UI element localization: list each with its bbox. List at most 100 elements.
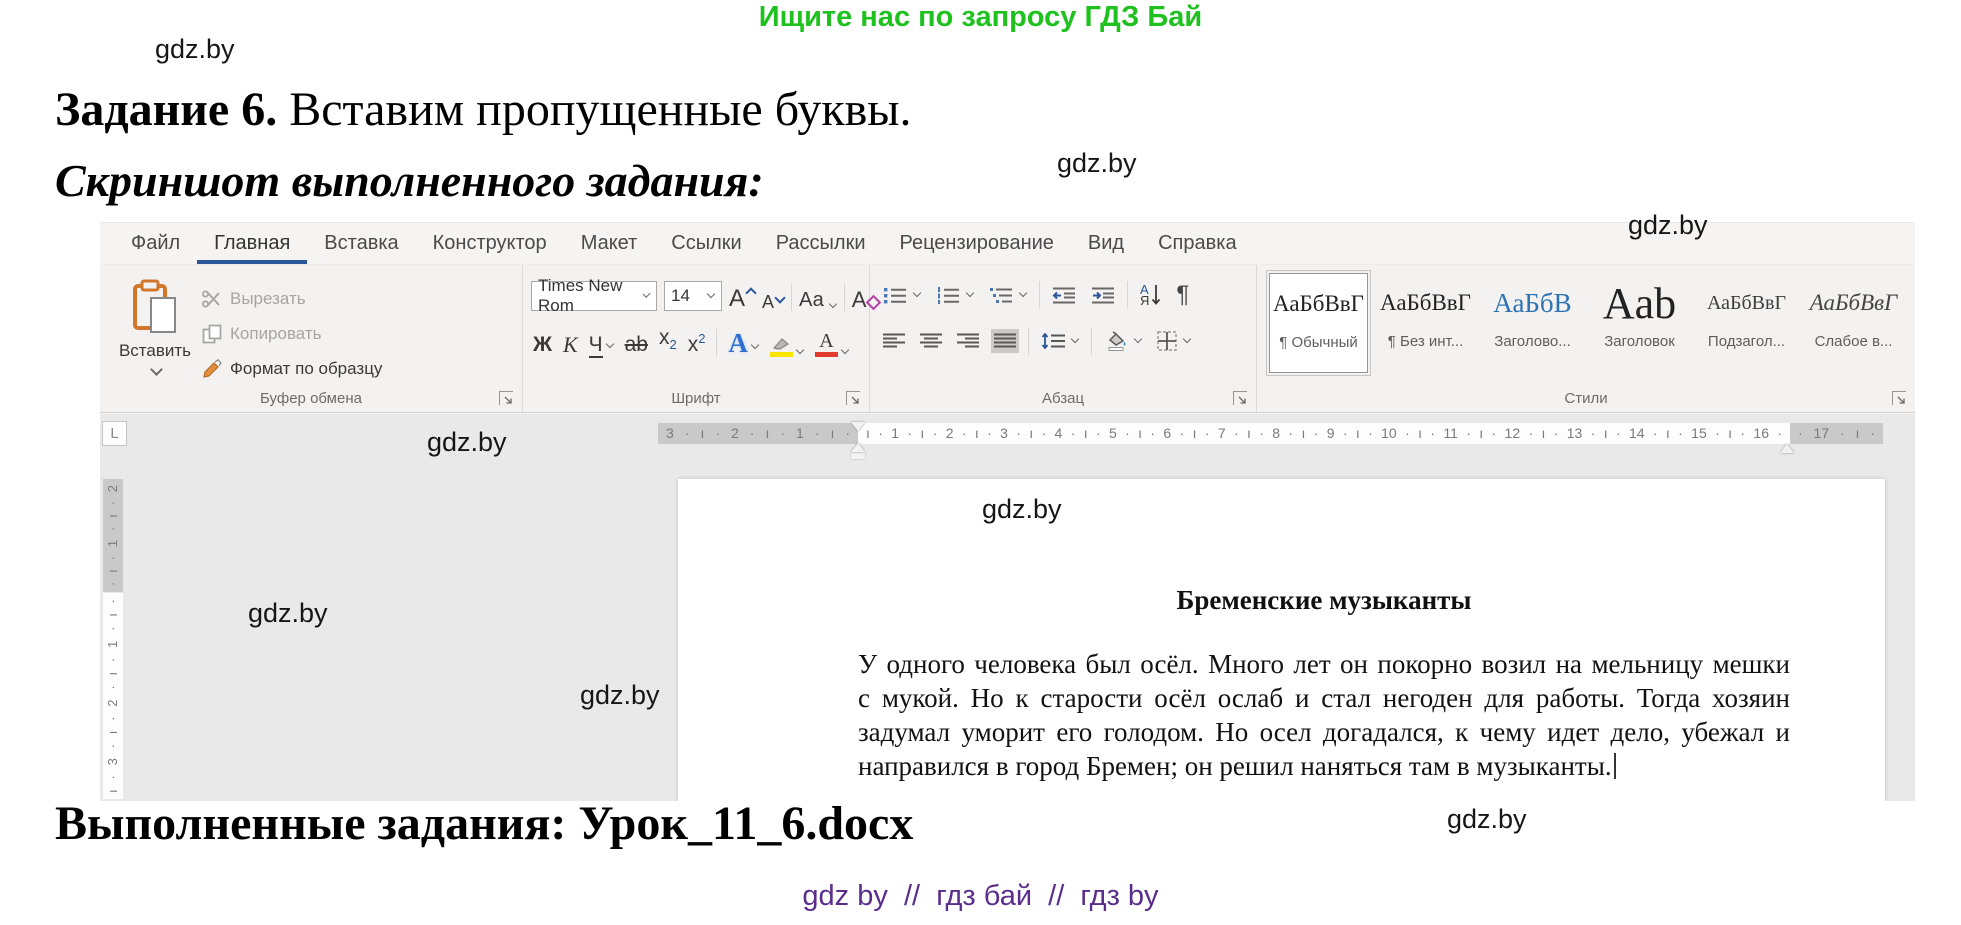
strikethrough-button[interactable]: ab [625,333,648,357]
decrease-indent-button[interactable] [1049,282,1079,308]
chevron-down-icon [150,363,163,376]
increase-indent-icon [1091,286,1115,304]
tab-help[interactable]: Справка [1141,223,1253,264]
cut-button[interactable]: Вырезать [202,287,382,311]
caret-up-icon [745,287,756,298]
chevron-down-icon [796,346,804,354]
chevron-down-icon [643,290,651,298]
result-filename: Урок_11_6.docx [566,797,913,850]
tab-insert[interactable]: Вставка [307,223,415,264]
dialog-launcher-icon[interactable] [1233,391,1247,405]
shrink-font-button[interactable]: A [762,293,784,311]
increase-indent-button[interactable] [1088,282,1118,308]
font-size-value: 14 [671,286,690,306]
text-line: У одного человека был осёл. Много лет он… [858,647,1790,681]
left-indent-marker[interactable] [851,443,865,459]
first-line-indent-marker[interactable] [851,422,865,431]
decrease-indent-icon [1052,286,1076,304]
justify-button[interactable] [991,329,1019,353]
align-center-icon [920,333,942,349]
ruler-right-margin: · 17 · ı · [1790,423,1883,444]
style-heading1[interactable]: АаБбВ Заголово... [1483,273,1582,373]
text-cursor [1614,753,1616,779]
multilevel-list-button[interactable] [986,282,1030,308]
align-left-button[interactable] [880,329,908,353]
scissors-icon [202,290,222,308]
subscript-button[interactable]: x2 [659,326,677,357]
style-subtitle[interactable]: АаБбВвГ Подзагол... [1697,273,1796,373]
chevron-down-icon [966,289,974,297]
gdz-watermark: gdz.by [1057,148,1137,179]
gdz-watermark: gdz.by [155,34,235,65]
chevron-down-icon [751,341,759,349]
borders-button[interactable] [1154,327,1194,355]
style-normal[interactable]: АаБбВвГ ¶ Обычный [1269,273,1368,373]
line-spacing-button[interactable] [1038,329,1082,353]
task-heading: Задание 6. Вставим пропущенные буквы. [55,82,912,137]
style-title[interactable]: Аab Заголовок [1590,273,1689,373]
task-text: Вставим пропущенные буквы. [277,83,911,136]
chevron-down-icon [1071,335,1079,343]
style-subtle-emphasis[interactable]: АаБбВвГ Слабое в... [1804,273,1903,373]
superscript-button[interactable]: x2 [688,327,706,357]
gdz-watermark: gdz.by [1447,804,1527,835]
font-color-button[interactable]: А [815,333,849,357]
underline-button[interactable]: Ч [589,333,614,357]
show-formatting-button[interactable]: ¶ [1173,280,1192,310]
tab-mailings[interactable]: Рассылки [759,223,883,264]
font-name-select[interactable]: Times New Rom [531,281,657,311]
divider [1091,327,1092,355]
tab-references[interactable]: Ссылки [654,223,758,264]
shading-button[interactable] [1101,327,1145,355]
bullets-button[interactable] [880,282,924,308]
horizontal-ruler[interactable]: 3 · ı · 2 · ı · 1 · ı · ı · 1 · ı · 2 · … [658,423,1883,444]
group-font: Times New Rom 14 A A Аа [523,265,870,412]
right-indent-marker[interactable] [1780,444,1794,453]
copy-icon [202,324,222,344]
bold-button[interactable]: Ж [533,333,552,357]
footer-tags: gdz by // гдз бай // гдз by [0,880,1961,913]
tab-stop-selector[interactable]: L [102,421,127,446]
tab-file[interactable]: Файл [114,223,197,264]
style-no-spacing[interactable]: АаБбВвГ ¶ Без инт... [1376,273,1475,373]
copy-button[interactable]: Копировать [202,322,382,346]
paste-button[interactable]: Вставить [114,279,196,378]
font-color-bar [815,352,838,357]
text-line: направился в город Бремен; он решил наня… [858,749,1790,783]
highlighter-icon [770,336,792,350]
highlight-button[interactable] [770,336,804,357]
sort-button[interactable]: АЯ [1137,280,1164,310]
align-center-button[interactable] [917,329,945,353]
document-page[interactable]: Бременские музыканты У одного человека б… [678,479,1885,801]
paste-label: Вставить [119,341,191,361]
gdz-watermark: gdz.by [580,680,660,711]
tab-view[interactable]: Вид [1071,223,1141,264]
tab-design[interactable]: Конструктор [416,223,564,264]
group-label-font: Шрифт [523,390,869,407]
dialog-launcher-icon[interactable] [1892,391,1906,405]
text-effects-button[interactable]: A [728,330,759,357]
chevron-down-icon [1019,289,1027,297]
bullet-list-icon [883,286,907,304]
page: Ищите нас по запросу ГДЗ Бай gdz.by gdz.… [0,0,1961,925]
numbering-button[interactable] [933,282,977,308]
divider [716,329,717,357]
tab-layout[interactable]: Макет [564,223,655,264]
tab-home[interactable]: Главная [197,223,307,264]
font-row-1: Times New Rom 14 A A Аа [531,281,879,311]
vertical-ruler[interactable]: · ı · 1 · ı · 2 ı · 3 · ı · 2 · ı · 1 · … [103,479,123,799]
italic-button[interactable]: К [563,333,578,357]
divider [1039,281,1040,309]
text-line: задумал уморит его голодом. Но осел дога… [858,715,1790,749]
group-label-paragraph: Абзац [870,390,1256,407]
grow-font-button[interactable]: A [729,287,755,311]
group-label-clipboard: Буфер обмена [100,390,522,407]
font-size-select[interactable]: 14 [664,281,722,311]
chevron-down-icon [828,300,836,308]
format-painter-button[interactable]: Формат по образцу [202,357,382,381]
tab-review[interactable]: Рецензирование [882,223,1070,264]
dialog-launcher-icon[interactable] [846,391,860,405]
align-right-button[interactable] [954,329,982,353]
dialog-launcher-icon[interactable] [499,391,513,405]
change-case-button[interactable]: Аа [799,289,837,311]
